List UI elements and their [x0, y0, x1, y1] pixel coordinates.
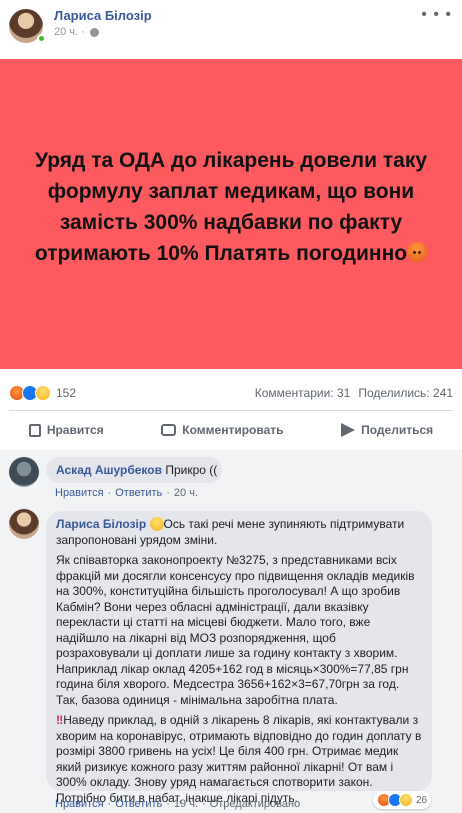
avatar[interactable] — [9, 457, 39, 487]
comment-button[interactable]: Комментировать — [161, 423, 284, 437]
edited-label[interactable]: Отредактировано — [210, 798, 301, 810]
sad-icon — [399, 793, 413, 807]
reactions-bar: 152 Комментарии: 31 Поделились: 241 — [0, 378, 462, 408]
action-bar: Нравится Комментировать Поделиться — [0, 414, 462, 446]
online-status-dot — [37, 34, 46, 43]
reaction-count[interactable]: 152 — [56, 386, 76, 400]
share-label: Поделиться — [361, 423, 434, 437]
comment-author[interactable]: Лариса Білозір — [56, 517, 146, 531]
post-author-name[interactable]: Лариса Білозір — [54, 8, 152, 23]
post-stats: Комментарии: 31 Поделились: 241 — [255, 386, 453, 400]
comment-author[interactable]: Аскад Ашурбеков — [56, 463, 162, 477]
comment-bubble: Лариса Білозір Ось такі речі мене зупиня… — [46, 511, 432, 805]
comment-like-link[interactable]: Нравится — [55, 487, 104, 499]
comments-count[interactable]: Комментарии: 31 — [255, 386, 351, 400]
sad-icon — [35, 385, 51, 401]
comment-reaction-count: 26 — [416, 794, 428, 806]
comment-reactions[interactable]: 26 — [373, 791, 432, 809]
reaction-icons[interactable] — [9, 385, 51, 401]
divider — [9, 410, 453, 411]
more-options-button[interactable]: • • • — [421, 6, 452, 24]
angry-face-icon — [407, 242, 428, 262]
comment-label: Комментировать — [182, 423, 284, 437]
globe-icon — [89, 27, 99, 37]
comment-reply-link[interactable]: Ответить — [115, 798, 162, 810]
share-icon — [341, 423, 356, 437]
post-card-text: Уряд та ОДА до лікарень довели таку форм… — [34, 149, 428, 265]
comments-section: Аскад Ашурбеков Прикро (( Нравится · Отв… — [0, 450, 462, 813]
like-button[interactable]: Нравится — [28, 423, 104, 437]
post-meta: 20 ч. · — [54, 26, 99, 38]
comment-paragraph: Наведу приклад, в одній з лікарень 8 лік… — [56, 713, 422, 805]
comment-bubble: Аскад Ашурбеков Прикро (( — [46, 457, 222, 483]
post-card[interactable]: Уряд та ОДА до лікарень довели таку форм… — [0, 59, 462, 369]
comment-actions: Нравится · Ответить · 19 ч. · Отредактир… — [55, 798, 301, 810]
comment-reply-link[interactable]: Ответить — [115, 487, 162, 499]
like-label: Нравится — [46, 423, 104, 437]
comment-paragraph: Як співавторка законопроекту №3275, з пр… — [56, 553, 415, 707]
post-header: Лариса Білозір 20 ч. · • • • — [0, 0, 462, 50]
post-timestamp[interactable]: 20 ч. — [54, 26, 78, 38]
comment-time[interactable]: 20 ч. — [174, 487, 198, 499]
avatar[interactable] — [9, 509, 39, 539]
comment-text: Прикро (( — [165, 463, 218, 477]
thumbs-up-icon — [28, 423, 41, 437]
worried-face-icon — [149, 517, 164, 531]
share-button[interactable]: Поделиться — [341, 423, 433, 437]
comment-icon — [161, 424, 177, 436]
comment-actions: Нравится · Ответить · 20 ч. — [55, 487, 199, 499]
comment-time[interactable]: 19 ч. — [174, 798, 198, 810]
comment-like-link[interactable]: Нравится — [55, 798, 104, 810]
shares-count[interactable]: Поделились: 241 — [358, 386, 453, 400]
